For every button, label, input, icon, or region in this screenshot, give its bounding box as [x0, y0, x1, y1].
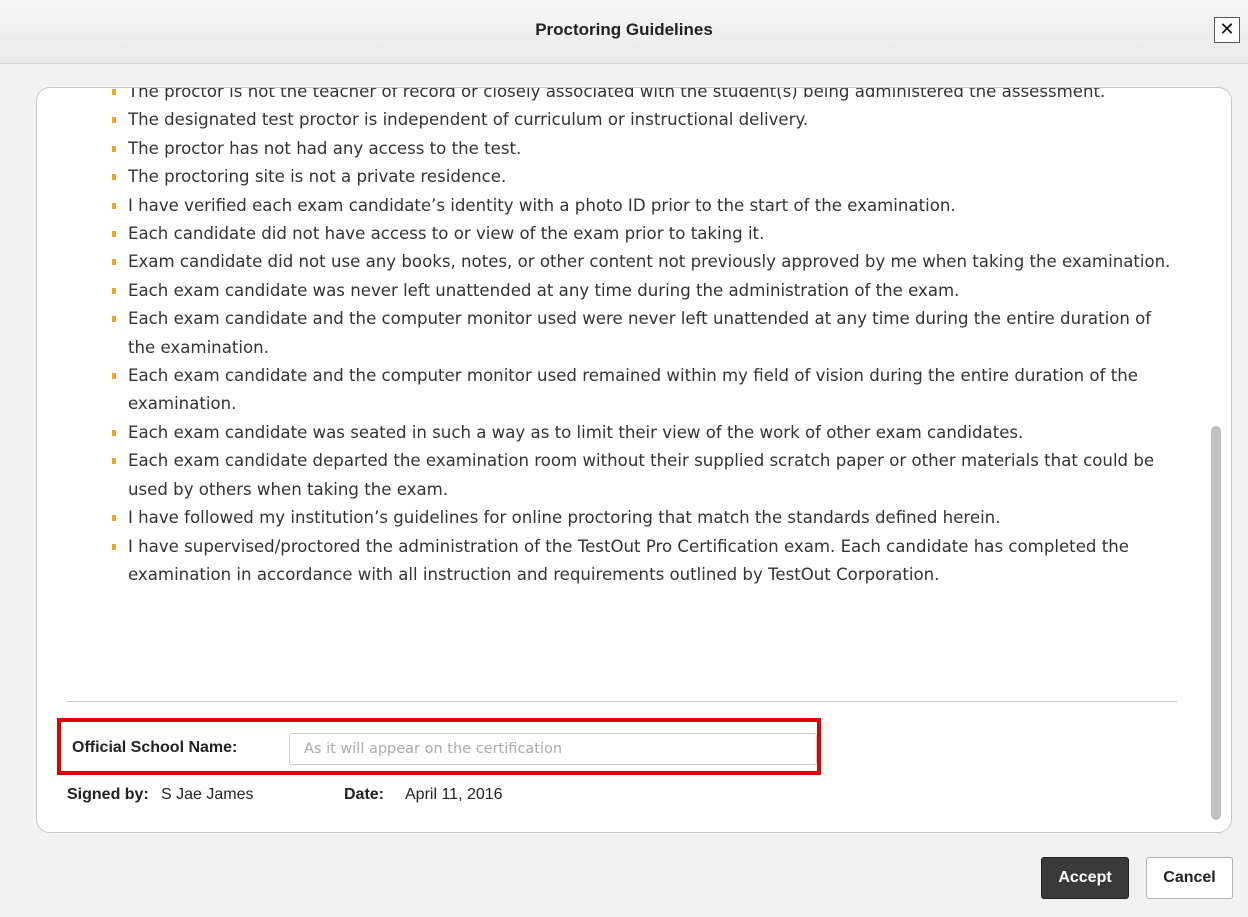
date-value: April 11, 2016 — [405, 786, 503, 803]
divider — [67, 701, 1177, 702]
accept-button[interactable]: Accept — [1041, 857, 1129, 899]
guideline-item: The proctoring site is not a private res… — [112, 163, 1178, 191]
signed-by-label: Signed by: — [67, 786, 149, 803]
scrollbar-thumb[interactable] — [1211, 426, 1221, 820]
school-name-input[interactable] — [289, 733, 817, 765]
school-name-label: Official School Name: — [72, 739, 238, 756]
cancel-button[interactable]: Cancel — [1146, 857, 1233, 899]
school-name-highlight: Official School Name: — [57, 718, 821, 775]
guideline-item: Each exam candidate departed the examina… — [112, 447, 1178, 504]
guideline-item: Exam candidate did not use any books, no… — [112, 248, 1178, 276]
guideline-item: Each exam candidate was seated in such a… — [112, 419, 1178, 447]
guidelines-panel: The proctor is not the teacher of record… — [36, 87, 1232, 833]
dialog-title: Proctoring Guidelines — [535, 20, 713, 39]
guideline-item: The designated test proctor is independe… — [112, 106, 1178, 134]
guideline-item: I have supervised/proctored the administ… — [112, 533, 1178, 590]
guideline-item: Each exam candidate was never left unatt… — [112, 277, 1178, 305]
guideline-item: The proctor has not had any access to th… — [112, 135, 1178, 163]
guideline-item: I have followed my institution’s guideli… — [112, 504, 1178, 532]
guideline-item: Each exam candidate and the computer mon… — [112, 305, 1178, 362]
guidelines-list: The proctor is not the teacher of record… — [37, 88, 1178, 590]
guidelines-scroll-content: The proctor is not the teacher of record… — [37, 88, 1207, 590]
guideline-item: Each candidate did not have access to or… — [112, 220, 1178, 248]
date-label: Date: — [344, 786, 385, 803]
close-icon: ✕ — [1219, 19, 1235, 40]
signed-by-value: S Jae James — [161, 786, 254, 803]
dialog-titlebar: Proctoring Guidelines ✕ — [0, 0, 1248, 64]
close-button[interactable]: ✕ — [1214, 17, 1240, 43]
guideline-item: Each exam candidate and the computer mon… — [112, 362, 1178, 419]
guideline-item: The proctor is not the teacher of record… — [112, 88, 1178, 106]
guideline-item: I have verified each exam candidate’s id… — [112, 192, 1178, 220]
